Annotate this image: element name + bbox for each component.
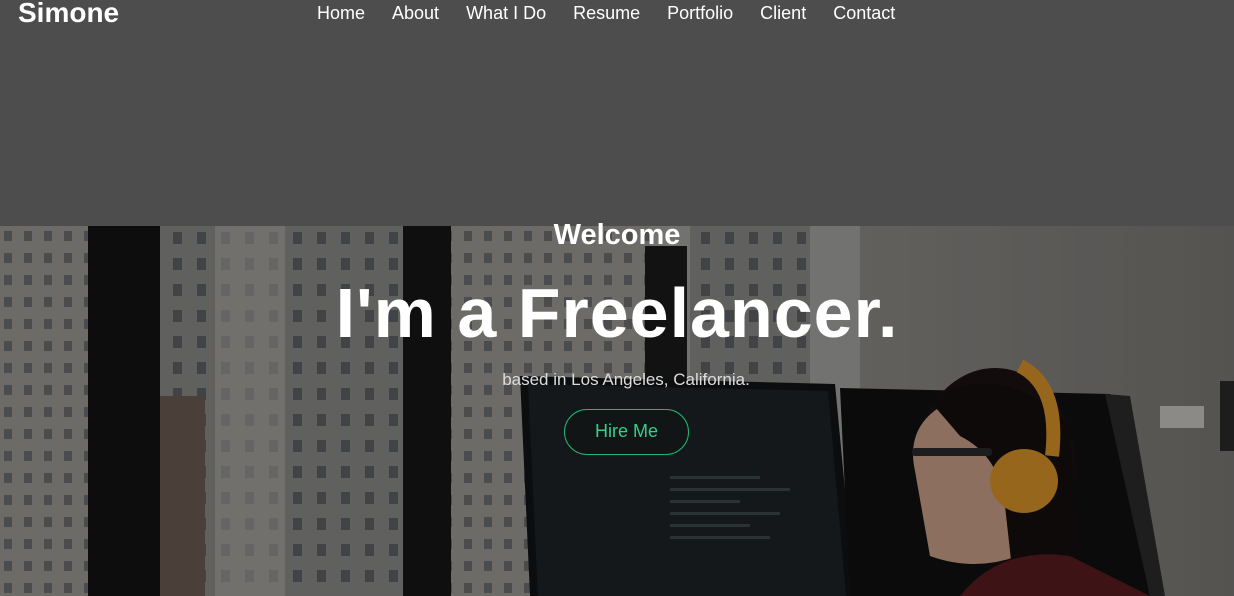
hire-me-button[interactable]: Hire Me (564, 409, 689, 455)
hero-headline: I'm a Freelancer. (335, 274, 899, 352)
nav-item-portfolio[interactable]: Portfolio (667, 2, 733, 24)
page: Simone Home About What I Do Resume Portf… (0, 0, 1234, 596)
nav-item-resume[interactable]: Resume (573, 2, 640, 24)
hero-location: based in Los Angeles, California. (502, 370, 750, 389)
nav-item-client[interactable]: Client (760, 2, 806, 24)
main-nav: Home About What I Do Resume Portfolio Cl… (317, 2, 895, 24)
nav-item-home[interactable]: Home (317, 2, 365, 24)
hero-content: Welcome I'm a Freelancer. based in Los A… (0, 0, 1234, 596)
brand-logo[interactable]: Simone (18, 0, 119, 29)
nav-item-contact[interactable]: Contact (833, 2, 895, 24)
hero-welcome: Welcome (553, 219, 681, 251)
nav-item-about[interactable]: About (392, 2, 439, 24)
nav-item-what-i-do[interactable]: What I Do (466, 2, 546, 24)
